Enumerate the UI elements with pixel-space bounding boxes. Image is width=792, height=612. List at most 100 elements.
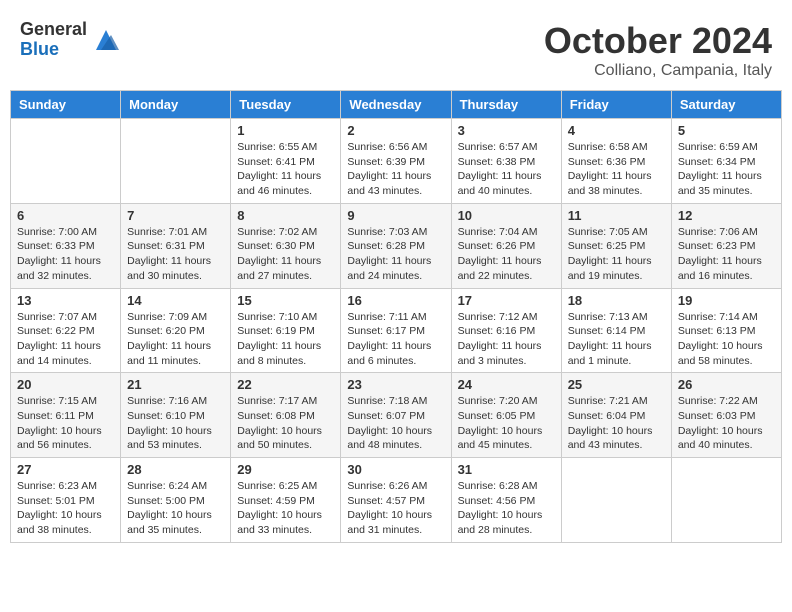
logo-icon xyxy=(91,25,121,55)
day-number: 9 xyxy=(347,208,444,223)
day-number: 14 xyxy=(127,293,224,308)
calendar-cell: 13Sunrise: 7:07 AMSunset: 6:22 PMDayligh… xyxy=(11,288,121,373)
calendar-cell: 24Sunrise: 7:20 AMSunset: 6:05 PMDayligh… xyxy=(451,373,561,458)
day-info: Sunrise: 6:23 AMSunset: 5:01 PMDaylight:… xyxy=(17,479,114,538)
day-number: 15 xyxy=(237,293,334,308)
calendar-cell xyxy=(561,458,671,543)
calendar-cell: 29 Sunrise: 6:25 AMSunset: 4:59 PMDayligh… xyxy=(231,458,341,543)
day-info: Sunrise: 7:04 AMSunset: 6:26 PMDaylight:… xyxy=(458,225,555,284)
day-info: Sunrise: 7:03 AMSunset: 6:28 PMDaylight:… xyxy=(347,225,444,284)
day-info: Sunrise: 6:59 AMSunset: 6:34 PMDaylight:… xyxy=(678,140,775,199)
day-info: Sunrise: 7:16 AMSunset: 6:10 PMDaylight:… xyxy=(127,394,224,453)
weekday-header-friday: Friday xyxy=(561,91,671,119)
calendar-cell: 1 Sunrise: 6:55 AMSunset: 6:41 PMDaylight… xyxy=(231,119,341,204)
logo: General Blue xyxy=(20,20,121,60)
calendar-cell: 17 Sunrise: 7:12 AMSunset: 6:16 PMDayligh… xyxy=(451,288,561,373)
day-number: 31 xyxy=(458,462,555,477)
calendar-cell: 3Sunrise: 6:57 AMSunset: 6:38 PMDaylight… xyxy=(451,119,561,204)
day-info: Sunrise: 7:02 AMSunset: 6:30 PMDaylight:… xyxy=(237,225,334,284)
day-info: Sunrise: 6:25 AMSunset: 4:59 PMDaylight:… xyxy=(237,479,334,538)
day-number: 18 xyxy=(568,293,665,308)
calendar-header: SundayMondayTuesdayWednesdayThursdayFrid… xyxy=(11,91,782,119)
day-number: 25 xyxy=(568,377,665,392)
day-info: Sunrise: 6:24 AMSunset: 5:00 PMDaylight:… xyxy=(127,479,224,538)
day-number: 4 xyxy=(568,123,665,138)
weekday-header-row: SundayMondayTuesdayWednesdayThursdayFrid… xyxy=(11,91,782,119)
day-number: 28 xyxy=(127,462,224,477)
calendar-cell: 20 Sunrise: 7:15 AMSunset: 6:11 PMDayligh… xyxy=(11,373,121,458)
calendar-week-3: 13Sunrise: 7:07 AMSunset: 6:22 PMDayligh… xyxy=(11,288,782,373)
weekday-header-tuesday: Tuesday xyxy=(231,91,341,119)
calendar-cell xyxy=(671,458,781,543)
calendar-cell: 31 Sunrise: 6:28 AMSunset: 4:56 PMDayligh… xyxy=(451,458,561,543)
day-info: Sunrise: 7:11 AMSunset: 6:17 PMDaylight:… xyxy=(347,310,444,369)
day-info: Sunrise: 7:09 AMSunset: 6:20 PMDaylight:… xyxy=(127,310,224,369)
day-info: Sunrise: 7:06 AMSunset: 6:23 PMDaylight:… xyxy=(678,225,775,284)
day-number: 29 xyxy=(237,462,334,477)
calendar-week-5: 27 Sunrise: 6:23 AMSunset: 5:01 PMDayligh… xyxy=(11,458,782,543)
logo-blue-text: Blue xyxy=(20,40,87,60)
day-number: 19 xyxy=(678,293,775,308)
day-number: 20 xyxy=(17,377,114,392)
calendar-cell: 4 Sunrise: 6:58 AMSunset: 6:36 PMDaylight… xyxy=(561,119,671,204)
page-header: General Blue October 2024 Colliano, Camp… xyxy=(10,10,782,85)
title-block: October 2024 Colliano, Campania, Italy xyxy=(544,20,772,80)
day-info: Sunrise: 7:18 AMSunset: 6:07 PMDaylight:… xyxy=(347,394,444,453)
day-info: Sunrise: 6:28 AMSunset: 4:56 PMDaylight:… xyxy=(458,479,555,538)
day-number: 16 xyxy=(347,293,444,308)
day-info: Sunrise: 7:15 AMSunset: 6:11 PMDaylight:… xyxy=(17,394,114,453)
day-number: 23 xyxy=(347,377,444,392)
calendar-cell: 25 Sunrise: 7:21 AMSunset: 6:04 PMDayligh… xyxy=(561,373,671,458)
weekday-header-thursday: Thursday xyxy=(451,91,561,119)
weekday-header-monday: Monday xyxy=(121,91,231,119)
calendar-cell: 30Sunrise: 6:26 AMSunset: 4:57 PMDayligh… xyxy=(341,458,451,543)
calendar-cell: 26Sunrise: 7:22 AMSunset: 6:03 PMDayligh… xyxy=(671,373,781,458)
month-title: October 2024 xyxy=(544,20,772,62)
day-number: 1 xyxy=(237,123,334,138)
day-number: 12 xyxy=(678,208,775,223)
calendar-cell: 10Sunrise: 7:04 AMSunset: 6:26 PMDayligh… xyxy=(451,203,561,288)
day-number: 21 xyxy=(127,377,224,392)
day-info: Sunrise: 6:56 AMSunset: 6:39 PMDaylight:… xyxy=(347,140,444,199)
day-info: Sunrise: 6:55 AMSunset: 6:41 PMDaylight:… xyxy=(237,140,334,199)
day-info: Sunrise: 7:01 AMSunset: 6:31 PMDaylight:… xyxy=(127,225,224,284)
calendar-cell: 14 Sunrise: 7:09 AMSunset: 6:20 PMDayligh… xyxy=(121,288,231,373)
day-number: 30 xyxy=(347,462,444,477)
day-info: Sunrise: 6:58 AMSunset: 6:36 PMDaylight:… xyxy=(568,140,665,199)
calendar-cell: 9 Sunrise: 7:03 AMSunset: 6:28 PMDaylight… xyxy=(341,203,451,288)
day-number: 6 xyxy=(17,208,114,223)
calendar-cell: 28 Sunrise: 6:24 AMSunset: 5:00 PMDayligh… xyxy=(121,458,231,543)
location-title: Colliano, Campania, Italy xyxy=(544,62,772,80)
weekday-header-wednesday: Wednesday xyxy=(341,91,451,119)
day-number: 24 xyxy=(458,377,555,392)
calendar-cell: 6 Sunrise: 7:00 AMSunset: 6:33 PMDaylight… xyxy=(11,203,121,288)
day-info: Sunrise: 7:17 AMSunset: 6:08 PMDaylight:… xyxy=(237,394,334,453)
day-number: 27 xyxy=(17,462,114,477)
day-number: 17 xyxy=(458,293,555,308)
day-info: Sunrise: 7:21 AMSunset: 6:04 PMDaylight:… xyxy=(568,394,665,453)
calendar-cell: 7Sunrise: 7:01 AMSunset: 6:31 PMDaylight… xyxy=(121,203,231,288)
logo-general-text: General xyxy=(20,20,87,40)
calendar-week-2: 6 Sunrise: 7:00 AMSunset: 6:33 PMDaylight… xyxy=(11,203,782,288)
day-number: 3 xyxy=(458,123,555,138)
day-info: Sunrise: 7:13 AMSunset: 6:14 PMDaylight:… xyxy=(568,310,665,369)
calendar-body: 1 Sunrise: 6:55 AMSunset: 6:41 PMDaylight… xyxy=(11,119,782,543)
calendar-cell xyxy=(121,119,231,204)
day-info: Sunrise: 7:12 AMSunset: 6:16 PMDaylight:… xyxy=(458,310,555,369)
day-info: Sunrise: 7:14 AMSunset: 6:13 PMDaylight:… xyxy=(678,310,775,369)
calendar-cell: 19 Sunrise: 7:14 AMSunset: 6:13 PMDayligh… xyxy=(671,288,781,373)
day-number: 2 xyxy=(347,123,444,138)
calendar-cell xyxy=(11,119,121,204)
day-info: Sunrise: 7:10 AMSunset: 6:19 PMDaylight:… xyxy=(237,310,334,369)
calendar-cell: 18 Sunrise: 7:13 AMSunset: 6:14 PMDayligh… xyxy=(561,288,671,373)
day-info: Sunrise: 7:05 AMSunset: 6:25 PMDaylight:… xyxy=(568,225,665,284)
calendar-cell: 22Sunrise: 7:17 AMSunset: 6:08 PMDayligh… xyxy=(231,373,341,458)
weekday-header-saturday: Saturday xyxy=(671,91,781,119)
day-number: 26 xyxy=(678,377,775,392)
day-number: 8 xyxy=(237,208,334,223)
calendar-cell: 21 Sunrise: 7:16 AMSunset: 6:10 PMDayligh… xyxy=(121,373,231,458)
calendar-cell: 5Sunrise: 6:59 AMSunset: 6:34 PMDaylight… xyxy=(671,119,781,204)
calendar-week-4: 20 Sunrise: 7:15 AMSunset: 6:11 PMDayligh… xyxy=(11,373,782,458)
day-info: Sunrise: 7:00 AMSunset: 6:33 PMDaylight:… xyxy=(17,225,114,284)
calendar-table: SundayMondayTuesdayWednesdayThursdayFrid… xyxy=(10,90,782,543)
